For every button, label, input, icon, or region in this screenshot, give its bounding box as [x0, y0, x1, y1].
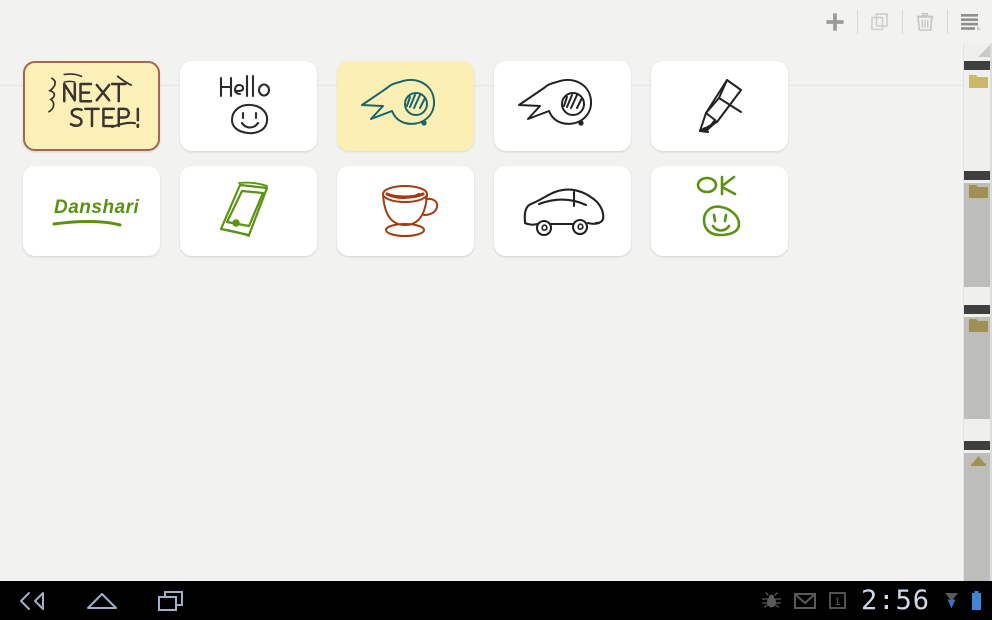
battery-icon: [972, 590, 981, 610]
delete-button[interactable]: [903, 2, 947, 42]
navigation-buttons: [0, 583, 194, 619]
android-navigation-bar: 1 2:56: [0, 581, 992, 620]
note-card-car[interactable]: [494, 166, 631, 256]
plus-icon: [826, 12, 844, 31]
hamburger-menu-icon: [961, 13, 981, 30]
drawer-folder-4-header[interactable]: [964, 441, 992, 450]
note-card-next-step[interactable]: [23, 61, 160, 151]
coffee-cup-thumbnail: [382, 185, 439, 237]
top-toolbar: [0, 0, 992, 43]
drawer-folder-1-header[interactable]: [964, 61, 992, 70]
folder-icon: [969, 319, 988, 332]
drawer-folder-2-header[interactable]: [964, 171, 992, 180]
trash-icon: [916, 12, 934, 31]
menu-button[interactable]: [948, 2, 992, 42]
add-button[interactable]: [813, 2, 857, 42]
folder-icon: [969, 75, 988, 88]
recent-apps-icon: [158, 590, 183, 611]
drawer-folder-4-body[interactable]: [964, 453, 992, 581]
note-card-speech-bubble-selected[interactable]: [337, 61, 474, 151]
note-card-danshari[interactable]: Danshari: [23, 166, 160, 256]
drawer-folder-1-body[interactable]: [964, 73, 992, 107]
drawer-folder-4[interactable]: [964, 441, 992, 581]
bug-icon: [761, 591, 782, 608]
hello-smiley-thumbnail: [219, 74, 271, 135]
note-card-coffee-cup[interactable]: [337, 166, 474, 256]
pencil-thumbnail: [699, 79, 742, 133]
note-card-tablet[interactable]: [180, 166, 317, 256]
note-card-grid: Danshari: [23, 61, 963, 271]
notes-workspace[interactable]: Danshari: [0, 43, 963, 581]
sticky-note-thumbnail: [48, 73, 140, 129]
back-button[interactable]: [10, 583, 54, 619]
copy-icon: [871, 12, 888, 30]
status-clock: 2:56: [860, 585, 930, 616]
drawer-folder-2-body[interactable]: [964, 183, 992, 287]
gmail-icon: [793, 593, 816, 609]
ok-smiley-thumbnail: [696, 175, 741, 237]
folder-icon: [969, 185, 988, 198]
danshari-label: Danshari: [54, 197, 140, 218]
cloud-upload-icon: [971, 456, 986, 466]
home-icon: [87, 592, 117, 609]
mail-button[interactable]: [793, 592, 816, 609]
home-button[interactable]: [80, 583, 124, 619]
note-card-hello[interactable]: [180, 61, 317, 151]
tablet-thumbnail: [219, 181, 269, 237]
notification-badge-icon: 1: [829, 592, 846, 609]
note-card-ok[interactable]: [651, 166, 788, 256]
notification-badge[interactable]: 1: [828, 591, 847, 610]
status-icons[interactable]: 1 2:56: [761, 587, 992, 614]
recent-apps-button[interactable]: [150, 583, 194, 619]
duplicate-button[interactable]: [858, 2, 902, 42]
danshari-thumbnail: Danshari: [52, 197, 140, 227]
drawer-folder-3-header[interactable]: [964, 305, 992, 314]
speech-bubble-thumbnail: [361, 79, 436, 126]
drawer-folder-3[interactable]: [964, 305, 992, 419]
speech-bubble-thumbnail: [518, 79, 593, 126]
car-thumbnail: [523, 188, 605, 237]
drawer-folder-1[interactable]: [964, 61, 992, 107]
note-card-pencil[interactable]: [651, 61, 788, 151]
note-card-speech-bubble-black[interactable]: [494, 61, 631, 151]
signal-indicator[interactable]: [944, 590, 959, 611]
svg-text:1: 1: [834, 596, 840, 608]
back-arrow-icon: [20, 591, 44, 610]
drawer-folder-3-body[interactable]: [964, 317, 992, 419]
signal-icon: [945, 593, 958, 609]
folders-drawer[interactable]: [963, 43, 992, 581]
drawer-folder-2[interactable]: [964, 171, 992, 287]
battery-indicator[interactable]: [971, 590, 982, 612]
usb-debug-button[interactable]: [761, 591, 782, 611]
